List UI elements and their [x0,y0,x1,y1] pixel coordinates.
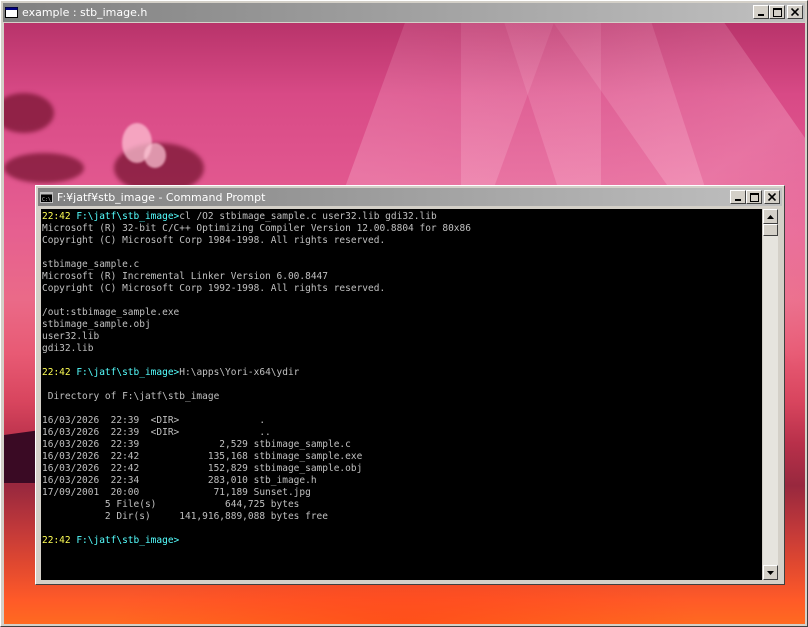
output-text: stbimage_sample.c [42,259,140,270]
console-line: 16/03/2026 22:39 <DIR> . [42,415,762,427]
output-text: 16/03/2026 22:39 2,529 stbimage_sample.c [42,439,351,450]
outer-minimize-button[interactable] [753,5,769,19]
console-line: 22:42 F:\jatf\stb_image>cl /O2 stbimage_… [42,211,762,223]
maximize-icon [772,7,782,17]
scroll-up-button[interactable] [763,209,778,224]
console-line: 16/03/2026 22:42 152,829 stbimage_sample… [42,463,762,475]
console-line: 22:42 F:\jatf\stb_image>H:\apps\Yori-x64… [42,367,762,379]
output-text: Copyright (C) Microsoft Corp 1984-1998. … [42,235,386,246]
console-line: 5 File(s) 644,725 bytes [42,499,762,511]
vertical-scrollbar[interactable] [763,209,778,580]
scroll-down-button[interactable] [763,565,778,580]
prompt-path: F:\jatf\stb_image> [76,211,180,222]
output-text: 17/09/2001 20:00 71,189 Sunset.jpg [42,487,311,498]
console-line: 16/03/2026 22:42 135,168 stbimage_sample… [42,451,762,463]
console-line [42,295,762,307]
output-text: 5 File(s) 644,725 bytes [42,499,300,510]
prompt-path: F:\jatf\stb_image> [76,367,180,378]
console-line: 22:42 F:\jatf\stb_image> [42,535,762,547]
prompt-time: 22:42 [42,367,77,378]
console-line [42,355,762,367]
console-line [42,247,762,259]
console-line: 16/03/2026 22:39 <DIR> .. [42,427,762,439]
console-line: user32.lib [42,331,762,343]
scrollbar-thumb[interactable] [763,224,778,236]
output-text: 16/03/2026 22:42 135,168 stbimage_sample… [42,451,363,462]
output-text: Directory of F:\jatf\stb_image [42,391,220,402]
output-text: user32.lib [42,331,100,342]
command-prompt-icon[interactable]: C:\ [40,191,53,203]
output-text: Microsoft (R) Incremental Linker Version… [42,271,328,282]
console-line [42,523,762,535]
console-maximize-button[interactable] [746,190,762,204]
output-text: gdi32.lib [42,343,94,354]
minimize-icon [758,14,764,16]
console-line: Microsoft (R) Incremental Linker Version… [42,271,762,283]
outer-maximize-button[interactable] [769,5,785,19]
outer-close-button[interactable] [787,5,803,19]
console-line: Directory of F:\jatf\stb_image [42,391,762,403]
cloud [4,153,84,183]
minimize-icon [735,199,741,201]
console-line: Copyright (C) Microsoft Corp 1984-1998. … [42,235,762,247]
console-line: gdi32.lib [42,343,762,355]
cloud-highlight [144,143,166,168]
console-line: 16/03/2026 22:39 2,529 stbimage_sample.c [42,439,762,451]
close-icon [791,8,799,16]
console-minimize-button[interactable] [730,190,746,204]
console-line: stbimage_sample.obj [42,319,762,331]
command-text: cl /O2 stbimage_sample.c user32.lib gdi3… [179,211,437,222]
console-window-title: F:¥jatf¥stb_image - Command Prompt [57,190,266,204]
console-text: 22:42 F:\jatf\stb_image>cl /O2 stbimage_… [41,209,762,547]
console-line: stbimage_sample.c [42,259,762,271]
command-prompt-window[interactable]: C:\ F:¥jatf¥stb_image - Command Prompt 2… [35,185,785,585]
output-text: 16/03/2026 22:39 <DIR> .. [42,427,271,438]
command-text: H:\apps\Yori-x64\ydir [179,367,300,378]
output-text: Copyright (C) Microsoft Corp 1992-1998. … [42,283,386,294]
console-line: /out:stbimage_sample.exe [42,307,762,319]
console-line: 16/03/2026 22:34 283,010 stb_image.h [42,475,762,487]
close-icon [768,193,776,201]
arrow-down-icon [767,570,774,575]
console-line: 17/09/2001 20:00 71,189 Sunset.jpg [42,487,762,499]
console-line: Copyright (C) Microsoft Corp 1992-1998. … [42,283,762,295]
output-text: 16/03/2026 22:39 <DIR> . [42,415,266,426]
prompt-time: 22:42 [42,535,77,546]
window-app-icon[interactable] [5,7,18,18]
console-output[interactable]: 22:42 F:\jatf\stb_image>cl /O2 stbimage_… [41,209,762,580]
output-text: stbimage_sample.obj [42,319,151,330]
console-line: Microsoft (R) 32-bit C/C++ Optimizing Co… [42,223,762,235]
output-text: /out:stbimage_sample.exe [42,307,180,318]
prompt-path: F:\jatf\stb_image> [76,535,180,546]
cloud [4,93,54,133]
output-text: 16/03/2026 22:34 283,010 stb_image.h [42,475,317,486]
svg-text:C:\: C:\ [42,197,51,203]
console-close-button[interactable] [764,190,780,204]
output-text: 2 Dir(s) 141,916,889,088 bytes free [42,511,328,522]
console-title-bar[interactable]: C:\ F:¥jatf¥stb_image - Command Prompt [38,188,782,206]
prompt-time: 22:42 [42,211,77,222]
outer-title-bar[interactable]: example : stb_image.h [3,3,805,22]
outer-window-title: example : stb_image.h [22,6,148,19]
console-line: 2 Dir(s) 141,916,889,088 bytes free [42,511,762,523]
output-text: Microsoft (R) 32-bit C/C++ Optimizing Co… [42,223,471,234]
arrow-up-icon [767,214,774,219]
console-line [42,403,762,415]
maximize-icon [749,192,759,202]
output-text: 16/03/2026 22:42 152,829 stbimage_sample… [42,463,363,474]
console-line [42,379,762,391]
